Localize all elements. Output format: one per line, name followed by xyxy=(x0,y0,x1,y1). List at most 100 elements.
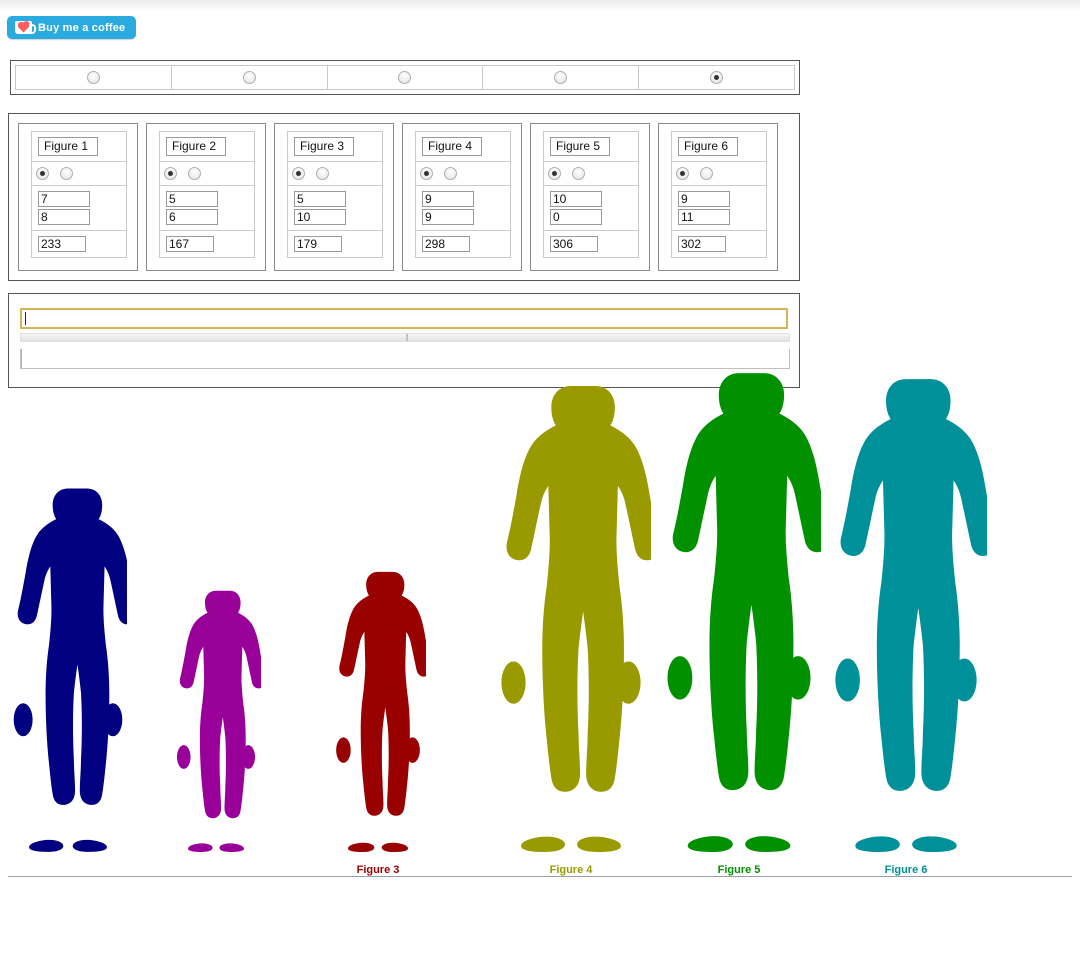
figure-card-2-inner: Figure 2 5 6 167 xyxy=(159,131,255,258)
figure-6-shape xyxy=(835,379,987,852)
figure-card-6-feet-input[interactable]: 9 xyxy=(678,191,730,207)
radio-icon-mode-4[interactable] xyxy=(554,71,568,84)
figure-card-4-unit-option-b[interactable] xyxy=(444,167,457,180)
figure-card-2-cm-input[interactable]: 167 xyxy=(166,236,214,252)
figure-card-3-imperial-fields: 5 10 xyxy=(288,186,382,231)
figure-card-2-unit-option-b[interactable] xyxy=(188,167,201,180)
radio-icon-mode-5[interactable] xyxy=(710,71,724,84)
mode-option-2[interactable] xyxy=(172,66,328,89)
figure-card-6-inches-input[interactable]: 11 xyxy=(678,209,730,225)
figure-card-3-title-section: Figure 3 xyxy=(288,132,382,162)
figure-card-4-inches-input[interactable]: 9 xyxy=(422,209,474,225)
figure-card-5-cm-input[interactable]: 306 xyxy=(550,236,598,252)
figure-silhouette-5[interactable]: Figure 5 xyxy=(657,370,821,876)
figure-card-5: Figure 5 10 0 306 xyxy=(530,123,650,271)
figure-4-caption: Figure 4 xyxy=(549,864,593,876)
figure-card-5-imperial-fields: 10 0 xyxy=(544,186,638,231)
figure-card-1-unit-option-a[interactable] xyxy=(36,167,49,180)
height-comparison-chart: Figure 1 Figure 2 Figure 3 xyxy=(0,373,1080,969)
mode-option-1[interactable] xyxy=(16,66,172,89)
figure-6-caption: Figure 6 xyxy=(884,864,928,876)
mode-option-4[interactable] xyxy=(483,66,640,89)
secondary-text-input[interactable] xyxy=(20,349,790,369)
figure-card-4-cm-input[interactable]: 298 xyxy=(422,236,470,252)
figure-card-1-metric-field: 233 xyxy=(32,231,126,257)
figure-card-list: Figure 1 7 8 233 Figure 2 5 6 167 Figure… xyxy=(18,123,778,271)
figure-3-caption: Figure 3 xyxy=(356,864,400,876)
figure-3-shape xyxy=(336,571,426,852)
figure-card-1-title-section: Figure 1 xyxy=(32,132,126,162)
horizontal-slider[interactable] xyxy=(20,333,790,342)
figure-card-4-title: Figure 4 xyxy=(422,137,483,156)
mode-selector-panel xyxy=(10,60,800,95)
figure-card-6-unit-option-a[interactable] xyxy=(676,167,689,180)
primary-text-input[interactable] xyxy=(20,308,788,329)
figure-5-shape xyxy=(667,373,821,852)
buy-me-a-coffee-button[interactable]: Buy me a coffee xyxy=(7,16,137,39)
figure-card-6-cm-input[interactable]: 302 xyxy=(678,236,726,252)
figure-card-5-inner: Figure 5 10 0 306 xyxy=(543,131,639,258)
radio-icon-mode-2[interactable] xyxy=(242,71,256,84)
figure-card-5-unit-option-b[interactable] xyxy=(572,167,585,180)
figure-card-6-title-section: Figure 6 xyxy=(672,132,766,162)
figure-2-shape xyxy=(176,590,261,852)
figure-card-2-feet-input[interactable]: 5 xyxy=(166,191,218,207)
figure-card-5-title-section: Figure 5 xyxy=(544,132,638,162)
figure-card-5-title: Figure 5 xyxy=(550,137,611,156)
figure-card-2-unit-option-a[interactable] xyxy=(164,167,177,180)
figure-card-3-inches-input[interactable]: 10 xyxy=(294,209,346,225)
mode-selector-row xyxy=(15,65,795,90)
figure-card-5-metric-field: 306 xyxy=(544,231,638,257)
figure-card-3-unit-option-a[interactable] xyxy=(292,167,305,180)
figure-card-2-unit-radios xyxy=(160,162,254,186)
figure-card-5-unit-option-a[interactable] xyxy=(548,167,561,180)
heart-icon xyxy=(18,22,29,32)
figure-card-2: Figure 2 5 6 167 xyxy=(146,123,266,271)
figure-card-3-title: Figure 3 xyxy=(294,137,355,156)
figure-card-1-feet-input[interactable]: 7 xyxy=(38,191,90,207)
mode-option-3[interactable] xyxy=(328,66,484,89)
figure-card-1-unit-radios xyxy=(32,162,126,186)
figure-card-1-unit-option-b[interactable] xyxy=(60,167,73,180)
figure-card-3-cm-input[interactable]: 179 xyxy=(294,236,342,252)
figure-card-2-metric-field: 167 xyxy=(160,231,254,257)
figure-card-2-inches-input[interactable]: 6 xyxy=(166,209,218,225)
figure-card-3-inner: Figure 3 5 10 179 xyxy=(287,131,383,258)
figure-silhouette-4[interactable]: Figure 4 xyxy=(491,383,651,876)
figure-card-3-feet-input[interactable]: 5 xyxy=(294,191,346,207)
figure-card-1-inches-input[interactable]: 8 xyxy=(38,209,90,225)
figure-silhouette-2[interactable]: Figure 2 xyxy=(171,589,261,876)
figure-card-1-inner: Figure 1 7 8 233 xyxy=(31,131,127,258)
figure-card-4-unit-option-a[interactable] xyxy=(420,167,433,180)
figure-card-3: Figure 3 5 10 179 xyxy=(274,123,394,271)
figure-card-5-feet-input[interactable]: 10 xyxy=(550,191,602,207)
radio-icon-mode-1[interactable] xyxy=(86,71,100,84)
figure-card-4-inner: Figure 4 9 9 298 xyxy=(415,131,511,258)
mode-option-5[interactable] xyxy=(639,66,794,89)
figure-card-6: Figure 6 9 11 302 xyxy=(658,123,778,271)
figure-card-4-imperial-fields: 9 9 xyxy=(416,186,510,231)
figure-card-4-feet-input[interactable]: 9 xyxy=(422,191,474,207)
figure-card-6-title: Figure 6 xyxy=(678,137,739,156)
figure-silhouette-6[interactable]: Figure 6 xyxy=(825,376,987,876)
figure-card-2-title: Figure 2 xyxy=(166,137,227,156)
figure-card-4-title-section: Figure 4 xyxy=(416,132,510,162)
figure-silhouette-3[interactable]: Figure 3 xyxy=(330,570,426,876)
figure-card-3-unit-option-b[interactable] xyxy=(316,167,329,180)
figure-card-5-unit-radios xyxy=(544,162,638,186)
figure-card-5-inches-input[interactable]: 0 xyxy=(550,209,602,225)
figure-5-caption: Figure 5 xyxy=(717,864,761,876)
figure-card-6-unit-radios xyxy=(672,162,766,186)
figure-card-2-imperial-fields: 5 6 xyxy=(160,186,254,231)
figure-card-6-unit-option-b[interactable] xyxy=(700,167,713,180)
figure-1-shape xyxy=(13,488,127,852)
figure-card-3-metric-field: 179 xyxy=(288,231,382,257)
figure-4-shape xyxy=(501,386,651,852)
slider-handle[interactable] xyxy=(406,334,408,341)
radio-icon-mode-3[interactable] xyxy=(398,71,412,84)
coffee-cup-icon xyxy=(15,21,36,34)
figure-card-4: Figure 4 9 9 298 xyxy=(402,123,522,271)
figure-card-6-inner: Figure 6 9 11 302 xyxy=(671,131,767,258)
figure-card-1-cm-input[interactable]: 233 xyxy=(38,236,86,252)
figure-silhouette-1[interactable]: Figure 1 xyxy=(9,486,127,876)
